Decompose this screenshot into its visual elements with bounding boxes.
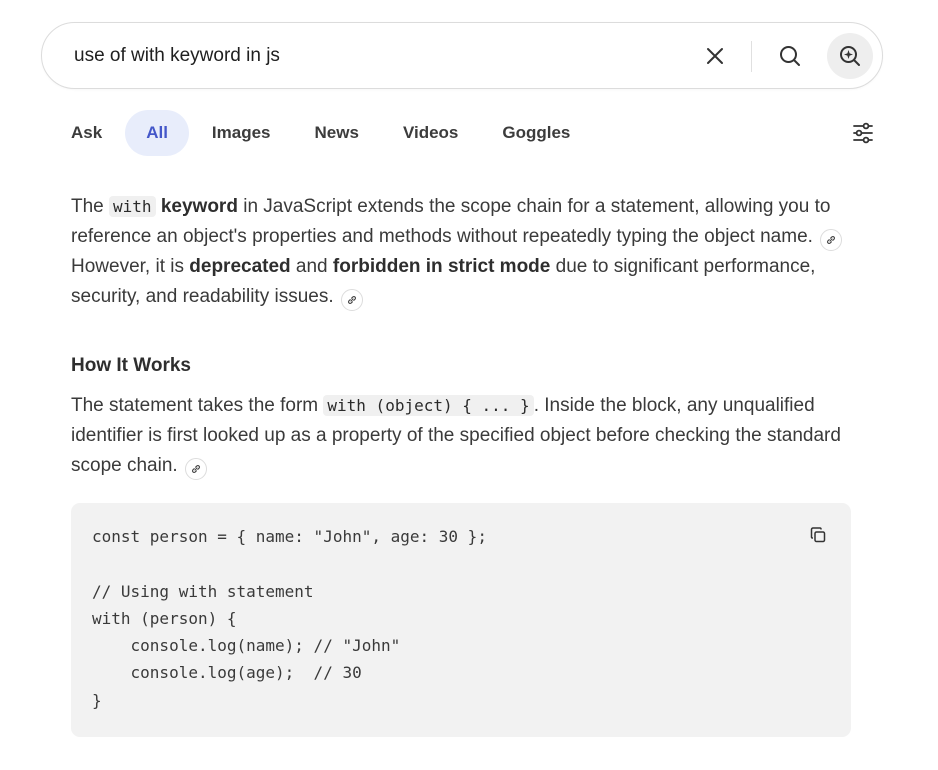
- copy-icon: [810, 527, 826, 543]
- search-button[interactable]: [775, 41, 805, 71]
- tab-goggles[interactable]: Goggles: [481, 110, 591, 156]
- close-icon: [707, 48, 723, 64]
- code-block: const person = { name: "John", age: 30 }…: [71, 503, 851, 737]
- inline-code-syntax: with (object) { ... }: [323, 395, 534, 416]
- search-icon: [780, 46, 800, 66]
- code-snippet: const person = { name: "John", age: 30 }…: [92, 527, 487, 710]
- intro-paragraph: The with keyword in JavaScript extends t…: [71, 192, 861, 312]
- ai-assistant-button[interactable]: [827, 33, 873, 79]
- search-bar: [41, 22, 883, 89]
- citation-link[interactable]: [820, 229, 843, 251]
- citation-link[interactable]: [340, 289, 363, 311]
- search-input[interactable]: [72, 41, 672, 71]
- inline-code-with: with: [109, 196, 156, 217]
- link-icon: [347, 296, 356, 304]
- tab-all[interactable]: All: [125, 110, 189, 156]
- sliders-icon: [853, 122, 873, 144]
- tab-ask[interactable]: Ask: [50, 110, 123, 156]
- link-icon: [192, 465, 200, 473]
- ai-search-icon: [840, 46, 860, 66]
- citation-link[interactable]: [184, 458, 207, 480]
- search-tabs: Ask All Images News Videos Goggles: [50, 110, 593, 156]
- link-icon: [827, 236, 836, 244]
- filter-button[interactable]: [848, 118, 878, 148]
- tab-images[interactable]: Images: [191, 110, 292, 156]
- answer-content: The with keyword in JavaScript extends t…: [71, 192, 861, 481]
- tab-videos[interactable]: Videos: [382, 110, 479, 156]
- copy-code-button[interactable]: [807, 524, 829, 546]
- section-heading: How It Works: [71, 355, 191, 376]
- tab-news[interactable]: News: [294, 110, 380, 156]
- how-paragraph: The statement takes the form with (objec…: [71, 391, 861, 481]
- clear-search-button[interactable]: [700, 41, 730, 71]
- search-divider: [751, 41, 752, 72]
